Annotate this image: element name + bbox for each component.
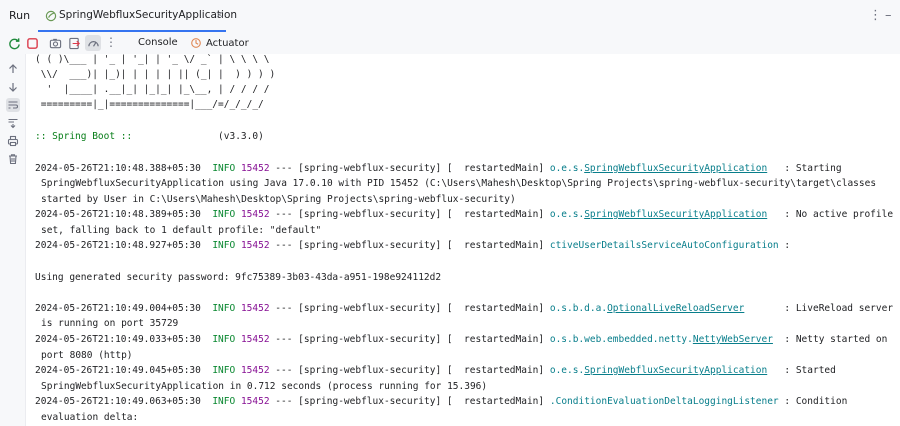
log-pid: 15452 [240, 163, 270, 174]
log-pid: 15452 [240, 303, 270, 314]
tool-window-title: Run [9, 9, 31, 22]
log-pid: 15452 [240, 240, 270, 251]
performance-icon[interactable] [85, 35, 101, 51]
log-level: INFO [212, 163, 236, 174]
log-continuation: SpringWebfluxSecurityApplication using J… [41, 178, 877, 189]
log-pid: 15452 [240, 396, 270, 407]
log-continuation: set, falling back to 1 default profile: … [41, 225, 322, 236]
stop-icon[interactable] [25, 36, 39, 50]
spring-boot-version-line: :: Spring Boot :: (v3.3.0) [35, 129, 264, 144]
log-thread: --- [spring-webflux-security] [ restarte… [275, 396, 545, 407]
log-message: : LiveReload server [744, 303, 894, 314]
log-line: 2024-05-26T21:10:49.063+05:30 INFO 15452… [35, 394, 847, 409]
security-password-line: Using generated security password: 9fc75… [35, 272, 442, 283]
soft-wrap-icon[interactable] [6, 98, 20, 112]
log-thread: --- [spring-webflux-security] [ restarte… [275, 303, 545, 314]
exit-icon[interactable] [67, 36, 81, 50]
tab-label: SpringWebfluxSecurityApplication [59, 9, 238, 21]
log-pid: 15452 [240, 334, 270, 345]
log-timestamp: 2024-05-26T21:10:48.927+05:30 [35, 240, 201, 251]
tab-actuator[interactable]: Actuator [190, 34, 249, 52]
scroll-to-end-icon[interactable] [6, 116, 20, 130]
actuator-icon [191, 38, 201, 48]
actuator-label: Actuator [206, 37, 249, 49]
banner-line: ' |____| .__|_| |_|_| |_\__, | / / / / [35, 84, 270, 95]
arrow-up-icon[interactable] [6, 62, 20, 76]
log-pid: 15452 [240, 365, 270, 376]
log-continuation: port 8080 (http) [41, 350, 133, 361]
log-timestamp: 2024-05-26T21:10:48.388+05:30 [35, 163, 201, 174]
tool-window-actions: ⋮ – [860, 0, 900, 32]
log-timestamp: 2024-05-26T21:10:49.063+05:30 [35, 396, 201, 407]
log-message: : [778, 240, 791, 251]
spring-boot-label: :: Spring Boot :: [35, 131, 133, 142]
log-level: INFO [212, 396, 236, 407]
log-thread: --- [spring-webflux-security] [ restarte… [275, 209, 545, 220]
banner-line: \\/ ___)| |_)| | | | | || (_| | ) ) ) ) [35, 69, 276, 80]
banner-line: =========|_|==============|___/=/_/_/_/ [35, 99, 264, 110]
banner-line: ( ( )\___ | '_ | '_| | '_ \/ _` | \ \ \ … [35, 54, 270, 65]
log-thread: --- [spring-webflux-security] [ restarte… [275, 334, 545, 345]
log-logger[interactable]: o.e.s.SpringWebfluxSecurityApplication [550, 209, 767, 220]
log-message: : Starting [767, 163, 842, 174]
arrow-down-icon[interactable] [6, 80, 20, 94]
log-message: : Condition [778, 396, 848, 407]
log-logger[interactable]: o.e.s.SpringWebfluxSecurityApplication [550, 365, 767, 376]
log-logger[interactable]: ctiveUserDetailsServiceAutoConfiguration [550, 240, 779, 251]
print-icon[interactable] [6, 134, 20, 148]
trash-icon[interactable] [6, 152, 20, 166]
camera-icon[interactable] [48, 36, 62, 50]
log-timestamp: 2024-05-26T21:10:49.033+05:30 [35, 334, 201, 345]
log-continuation: is running on port 35729 [41, 318, 179, 329]
more-options-icon[interactable]: ⋮ [105, 35, 117, 49]
log-continuation: evaluation delta: [41, 412, 139, 423]
minimize-icon[interactable]: – [885, 8, 892, 23]
log-line: 2024-05-26T21:10:48.388+05:30 INFO 15452… [35, 161, 842, 176]
tab-console[interactable]: Console [138, 37, 178, 48]
log-level: INFO [212, 365, 236, 376]
log-thread: --- [spring-webflux-security] [ restarte… [275, 365, 545, 376]
log-logger[interactable]: o.e.s.SpringWebfluxSecurityApplication [550, 163, 767, 174]
log-continuation: SpringWebfluxSecurityApplication in 0.71… [41, 381, 488, 392]
log-line: 2024-05-26T21:10:49.045+05:30 INFO 15452… [35, 363, 836, 378]
console-output[interactable]: ( ( )\___ | '_ | '_| | '_ \/ _` | \ \ \ … [27, 54, 900, 426]
tab-spring-webflux-security-application[interactable]: SpringWebfluxSecurityApplication × [38, 0, 237, 32]
log-line: 2024-05-26T21:10:49.004+05:30 INFO 15452… [35, 301, 893, 316]
log-level: INFO [212, 240, 236, 251]
log-thread: --- [spring-webflux-security] [ restarte… [275, 240, 545, 251]
log-thread: --- [spring-webflux-security] [ restarte… [275, 163, 545, 174]
console-side-toolbar [0, 54, 26, 426]
log-timestamp: 2024-05-26T21:10:49.004+05:30 [35, 303, 201, 314]
log-level: INFO [212, 334, 236, 345]
log-line: 2024-05-26T21:10:49.033+05:30 INFO 15452… [35, 332, 887, 347]
spring-boot-version: (v3.3.0) [218, 131, 264, 142]
log-continuation: started by User in C:\Users\Mahesh\Deskt… [41, 194, 516, 205]
log-level: INFO [212, 303, 236, 314]
log-timestamp: 2024-05-26T21:10:48.389+05:30 [35, 209, 201, 220]
log-line: 2024-05-26T21:10:48.927+05:30 INFO 15452… [35, 238, 790, 253]
log-pid: 15452 [240, 209, 270, 220]
log-line: 2024-05-26T21:10:48.389+05:30 INFO 15452… [35, 207, 893, 222]
log-logger[interactable]: o.s.b.web.embedded.netty.NettyWebServer [550, 334, 773, 345]
spring-boot-icon [45, 10, 57, 22]
log-logger[interactable]: .ConditionEvaluationDeltaLoggingListener [550, 396, 779, 407]
run-tool-window-header: Run SpringWebfluxSecurityApplication × ⋮… [0, 0, 900, 32]
close-icon[interactable]: × [215, 8, 224, 21]
log-logger[interactable]: o.s.b.d.a.OptionalLiveReloadServer [550, 303, 744, 314]
log-message: : Netty started on [772, 334, 888, 345]
more-options-icon[interactable]: ⋮ [869, 8, 882, 23]
run-toolbar: ⋮ Console Actuator [0, 32, 900, 54]
rerun-icon[interactable] [7, 36, 21, 50]
log-timestamp: 2024-05-26T21:10:49.045+05:30 [35, 365, 201, 376]
log-level: INFO [212, 209, 236, 220]
log-message: : No active profile [767, 209, 894, 220]
log-message: : Started [767, 365, 836, 376]
